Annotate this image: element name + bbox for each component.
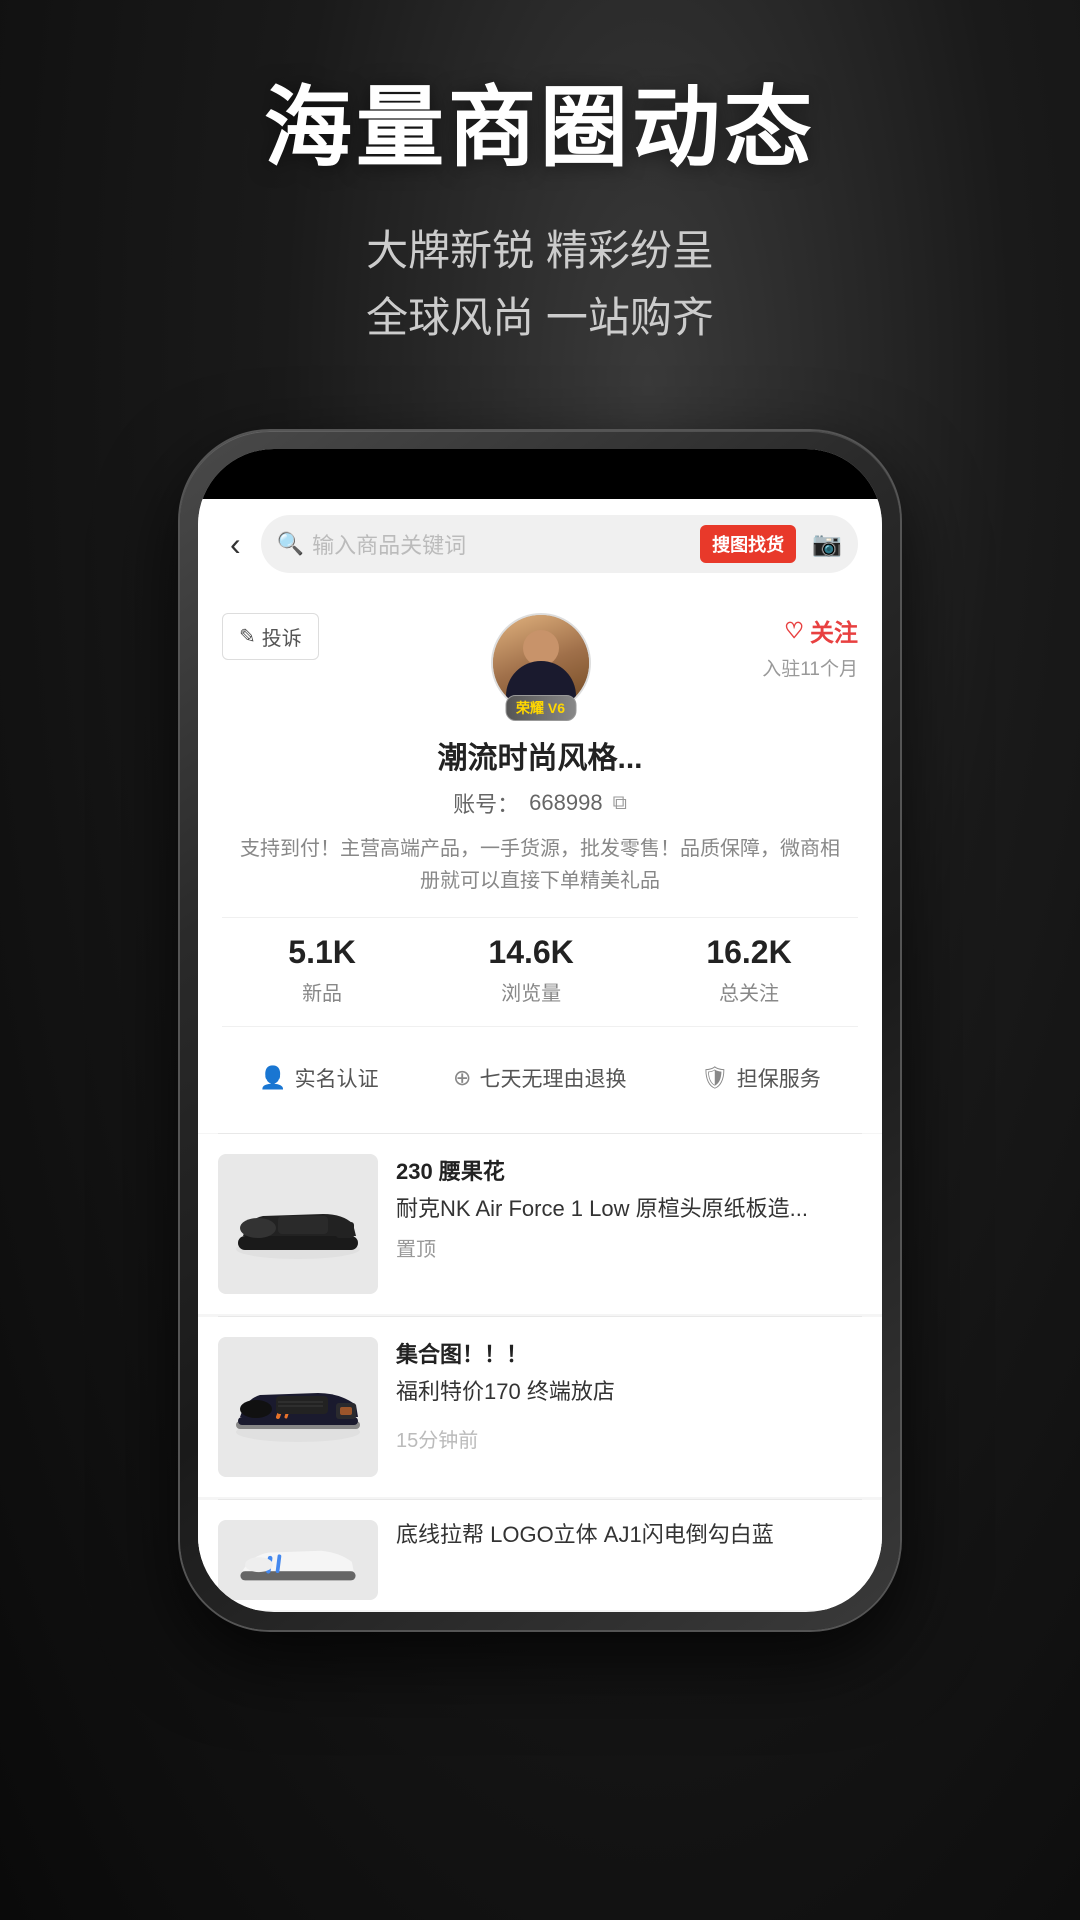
product-price-1: 230 腰果花: [396, 1154, 862, 1186]
complain-button[interactable]: ✎ 投诉: [222, 613, 319, 660]
follow-icon: ♡: [784, 618, 804, 644]
page-content: 海量商圈动态 大牌新锐 精彩纷呈 全球风尚 一站购齐 ‹ 🔍 输入商品关键词: [0, 0, 1080, 1630]
image-search-label: 搜图找货: [712, 531, 784, 557]
stat-number-views: 14.6K: [488, 934, 573, 971]
camera-icon[interactable]: 📷: [812, 530, 842, 559]
shoe-svg-1: [228, 1174, 368, 1274]
trust-label-return: 七天无理由退换: [479, 1063, 626, 1093]
trust-label-identity: 实名认证: [295, 1063, 379, 1093]
product-time-2: 15分钟前: [396, 1424, 862, 1453]
product-list: 230 腰果花 耐克NK Air Force 1 Low 原楦头原纸板造... …: [198, 1134, 882, 1610]
search-input-container[interactable]: 🔍 输入商品关键词 搜图找货 📷: [261, 515, 858, 573]
avatar-wrapper: 荣耀 V6: [491, 613, 591, 713]
stat-item-follows: 16.2K 总关注: [706, 934, 791, 1006]
search-bar: ‹ 🔍 输入商品关键词 搜图找货 📷: [198, 499, 882, 589]
search-icon: 🔍: [277, 531, 304, 557]
complain-icon: ✎: [239, 624, 256, 649]
product-image-1: [218, 1154, 378, 1294]
complain-label: 投诉: [262, 622, 302, 651]
product-price-2: 集合图！！！: [396, 1337, 862, 1369]
identity-icon: 👤: [259, 1065, 286, 1091]
stat-item-new: 5.1K 新品: [288, 934, 356, 1006]
phone-mockup: ‹ 🔍 输入商品关键词 搜图找货 📷 ✎: [180, 431, 900, 1630]
image-search-button[interactable]: 搜图找货: [700, 525, 796, 563]
stat-item-views: 14.6K 浏览量: [488, 934, 573, 1006]
product-name-3: 底线拉帮 LOGO立体 AJ1闪电倒勾白蓝: [396, 1520, 862, 1551]
bottom-product-preview[interactable]: 底线拉帮 LOGO立体 AJ1闪电倒勾白蓝: [198, 1500, 882, 1610]
hero-subtitle: 大牌新锐 精彩纷呈 全球风尚 一站购齐: [264, 217, 816, 351]
shield-icon: 🛡: [701, 1065, 729, 1091]
product-item[interactable]: 230 腰果花 耐克NK Air Force 1 Low 原楦头原纸板造... …: [198, 1134, 882, 1314]
product-info-1: 230 腰果花 耐克NK Air Force 1 Low 原楦头原纸板造... …: [396, 1154, 862, 1262]
trust-row: 👤 实名认证 ⊕ 七天无理由退换 🛡 担保服务: [222, 1047, 858, 1109]
shoe-svg-2: [228, 1357, 368, 1457]
back-button[interactable]: ‹: [222, 522, 249, 567]
profile-id-row: 账号： 668998 ⧉: [222, 787, 858, 819]
stat-label-follows: 总关注: [719, 977, 779, 1006]
hero-title: 海量商圈动态: [264, 80, 816, 177]
return-icon: ⊕: [453, 1065, 471, 1091]
account-label: 账号：: [453, 787, 519, 819]
stat-label-new: 新品: [302, 977, 342, 1006]
profile-name: 潮流时尚风格...: [222, 733, 858, 777]
notch-bar: [198, 449, 882, 499]
pinned-tag-1: 置顶: [396, 1233, 862, 1262]
phone-frame: ‹ 🔍 输入商品关键词 搜图找货 📷 ✎: [180, 431, 900, 1630]
product-image-2: [218, 1337, 378, 1477]
hero-subtitle-line1: 大牌新锐 精彩纷呈: [264, 217, 816, 284]
join-time: 入驻11个月: [762, 654, 858, 681]
copy-icon[interactable]: ⧉: [613, 792, 627, 815]
profile-section: ✎ 投诉 荣耀 V6: [198, 589, 882, 1133]
product-name-2: 福利特价170 终端放店: [396, 1377, 862, 1408]
trust-item-identity: 👤 实名认证: [259, 1063, 378, 1093]
stat-number-new: 5.1K: [288, 934, 356, 971]
product-info-3: 底线拉帮 LOGO立体 AJ1闪电倒勾白蓝: [396, 1520, 862, 1551]
hero-subtitle-line2: 全球风尚 一站购齐: [264, 284, 816, 351]
follow-label: 关注: [810, 613, 858, 648]
trust-label-guarantee: 担保服务: [737, 1063, 821, 1093]
product-name-1: 耐克NK Air Force 1 Low 原楦头原纸板造...: [396, 1194, 862, 1225]
stat-label-views: 浏览量: [501, 977, 561, 1006]
trust-item-return: ⊕ 七天无理由退换: [453, 1063, 626, 1093]
stats-row: 5.1K 新品 14.6K 浏览量 16.2K 总关注: [222, 917, 858, 1027]
hero-section: 海量商圈动态 大牌新锐 精彩纷呈 全球风尚 一站购齐: [264, 80, 816, 351]
trust-item-guarantee: 🛡 担保服务: [701, 1063, 821, 1093]
notch: [450, 459, 630, 489]
product-info-2: 集合图！！！ 福利特价170 终端放店 15分钟前: [396, 1337, 862, 1453]
badge-tag: 荣耀 V6: [505, 695, 576, 721]
profile-description: 支持到付！主营高端产品，一手货源，批发零售！品质保障，微商相册就可以直接下单精美…: [222, 833, 858, 897]
search-placeholder: 输入商品关键词: [312, 528, 692, 560]
profile-top: ✎ 投诉 荣耀 V6: [222, 613, 858, 713]
follow-button[interactable]: ♡ 关注: [784, 613, 858, 648]
phone-screen: ‹ 🔍 输入商品关键词 搜图找货 📷 ✎: [198, 449, 882, 1612]
profile-center: 荣耀 V6: [491, 613, 591, 713]
shoe-svg-3: [233, 1525, 363, 1595]
follow-section: ♡ 关注 入驻11个月: [762, 613, 858, 681]
product-item-2[interactable]: 集合图！！！ 福利特价170 终端放店 15分钟前: [198, 1317, 882, 1497]
account-id: 668998: [529, 790, 602, 816]
stat-number-follows: 16.2K: [706, 934, 791, 971]
product-image-3: [218, 1520, 378, 1600]
